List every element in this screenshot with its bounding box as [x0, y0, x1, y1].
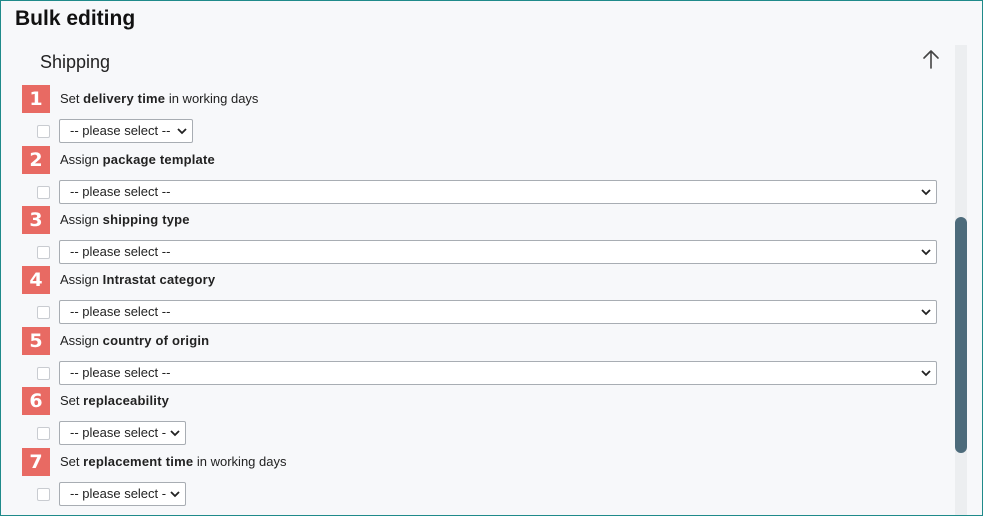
package-template-select[interactable]: -- please select -- — [59, 180, 937, 204]
apply-checkbox[interactable] — [37, 306, 50, 319]
step-badge: 4 — [22, 266, 50, 294]
chevron-down-icon — [921, 189, 931, 196]
step-badge: 2 — [22, 146, 50, 174]
step-badge: 3 — [22, 206, 50, 234]
step-badge: 7 — [22, 448, 50, 476]
bulk-editing-window: Bulk editing Shipping 1 Set delivery tim… — [0, 0, 983, 516]
apply-checkbox[interactable] — [37, 186, 50, 199]
item-label: Assign shipping type — [60, 212, 190, 227]
item-label: Assign package template — [60, 152, 215, 167]
item-label: Set replaceability — [60, 393, 170, 408]
select-value: -- please select -- — [70, 184, 171, 199]
delivery-time-select[interactable]: -- please select -- — [59, 119, 193, 143]
replacement-time-select[interactable]: -- please select - — [59, 482, 186, 506]
item-label: Assign country of origin — [60, 333, 210, 348]
apply-checkbox[interactable] — [37, 125, 50, 138]
select-value: -- please select -- — [70, 365, 171, 380]
select-value: -- please select -- — [70, 244, 171, 259]
replaceability-select[interactable]: -- please select - — [59, 421, 186, 445]
bulk-item-package-template: 2 Assign package template -- please sele… — [17, 146, 953, 206]
chevron-down-icon — [177, 128, 187, 135]
select-value: -- please select -- — [70, 123, 171, 138]
apply-checkbox[interactable] — [37, 488, 50, 501]
bulk-item-replaceability: 6 Set replaceability -- please select - — [17, 387, 953, 447]
country-of-origin-select[interactable]: -- please select -- — [59, 361, 937, 385]
step-badge: 6 — [22, 387, 50, 415]
select-value: -- please select - — [70, 486, 167, 501]
shipping-type-select[interactable]: -- please select -- — [59, 240, 937, 264]
step-badge: 1 — [22, 85, 50, 113]
bulk-item-delivery-time: 1 Set delivery time in working days -- p… — [17, 85, 953, 145]
scrollbar-thumb[interactable] — [955, 217, 967, 453]
item-label: Set delivery time in working days — [60, 91, 259, 106]
shipping-panel: Shipping 1 Set delivery time in working … — [17, 39, 953, 515]
bulk-item-replacement-time: 7 Set replacement time in working days -… — [17, 448, 953, 508]
chevron-down-icon — [170, 430, 180, 437]
bulk-item-intrastat-category: 4 Assign Intrastat category -- please se… — [17, 266, 953, 326]
chevron-down-icon — [921, 370, 931, 377]
item-label: Assign Intrastat category — [60, 272, 216, 287]
apply-checkbox[interactable] — [37, 246, 50, 259]
apply-checkbox[interactable] — [37, 367, 50, 380]
arrow-up-icon[interactable] — [921, 48, 941, 70]
page-title: Bulk editing — [15, 7, 136, 30]
section-title: Shipping — [40, 52, 111, 72]
select-value: -- please select -- — [70, 304, 171, 319]
bulk-item-country-of-origin: 5 Assign country of origin -- please sel… — [17, 327, 953, 387]
item-label: Set replacement time in working days — [60, 454, 287, 469]
chevron-down-icon — [170, 491, 180, 498]
bulk-item-shipping-type: 3 Assign shipping type -- please select … — [17, 206, 953, 266]
chevron-down-icon — [921, 309, 931, 316]
intrastat-category-select[interactable]: -- please select -- — [59, 300, 937, 324]
chevron-down-icon — [921, 249, 931, 256]
select-value: -- please select - — [70, 425, 167, 440]
apply-checkbox[interactable] — [37, 427, 50, 440]
step-badge: 5 — [22, 327, 50, 355]
